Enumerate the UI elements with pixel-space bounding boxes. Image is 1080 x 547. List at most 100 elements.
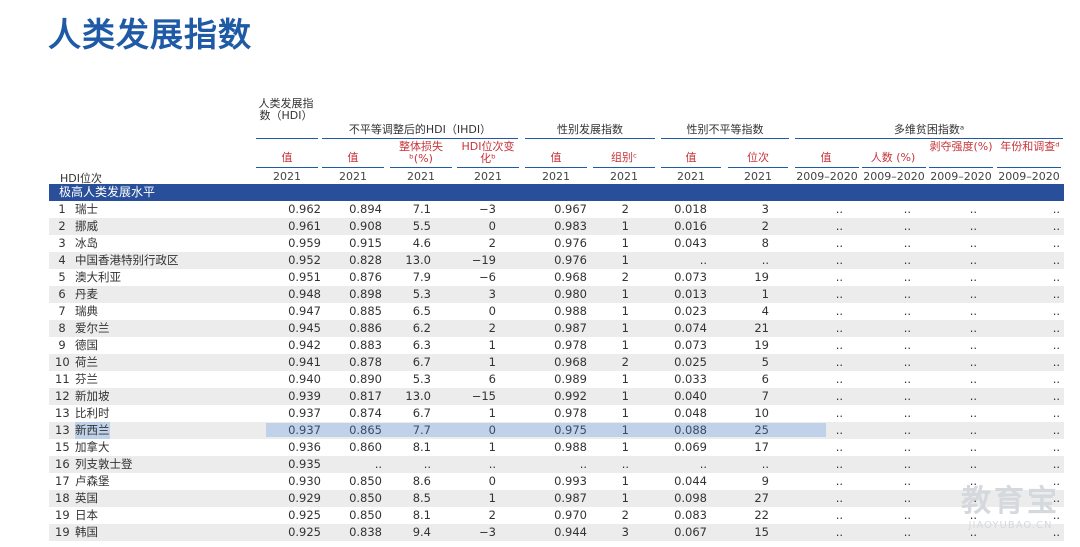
cell-rank: 16 [55, 457, 70, 471]
cell-giir: 3 [761, 202, 769, 216]
cell-ihdi: 0.886 [349, 321, 382, 335]
cell-loss: 7.9 [412, 270, 431, 284]
cell-ihdi: 0.860 [349, 440, 382, 454]
cell-chg: 1 [488, 491, 496, 505]
cell-mp: .. [903, 321, 911, 335]
cell-gii: 0.033 [674, 372, 707, 386]
section-header: 极高人类发展水平 [49, 184, 1064, 201]
table-row: 15 加拿大 0.936 0.860 8.1 1 0.988 1 0.069 17........ [49, 439, 1064, 456]
cell-mi: .. [969, 423, 977, 437]
cell-rank: 1 [58, 202, 66, 216]
cell-ihdi: 0.838 [349, 525, 382, 539]
cell-loss: 4.6 [412, 236, 431, 250]
cell-gdi: 0.968 [554, 270, 587, 284]
cell-rank: 4 [58, 253, 66, 267]
cell-ihdi: 0.817 [349, 389, 382, 403]
cell-name: 芬兰 [75, 372, 98, 386]
cell-name: 新西兰 [75, 422, 110, 439]
cell-hdi: 0.925 [288, 508, 321, 522]
cell-loss: 5.3 [412, 372, 431, 386]
cell-mp: .. [903, 440, 911, 454]
cell-mi: .. [969, 202, 977, 216]
cell-rank: 7 [58, 304, 66, 318]
cell-loss: 6.5 [412, 304, 431, 318]
cell-my: .. [1052, 270, 1060, 284]
cell-mp: .. [903, 253, 911, 267]
cell-giir: .. [761, 457, 769, 471]
cell-mv: .. [835, 474, 843, 488]
cell-giir: 15 [754, 525, 769, 539]
cell-name: 爱尔兰 [75, 321, 110, 335]
cell-mv: .. [835, 372, 843, 386]
cell-grp: 2 [621, 270, 629, 284]
sub-underline [322, 167, 384, 168]
cell-rank: 2 [58, 219, 66, 233]
cell-hdi: 0.951 [288, 270, 321, 284]
cell-rank: 13 [55, 406, 70, 420]
cell-hdi: 0.936 [288, 440, 321, 454]
cell-gdi: 0.975 [554, 423, 587, 437]
cell-ihdi: 0.850 [349, 508, 382, 522]
cell-mv: .. [835, 270, 843, 284]
cell-giir: 4 [761, 304, 769, 318]
cell-ihdi: 0.850 [349, 474, 382, 488]
cell-gdi: 0.983 [554, 219, 587, 233]
year-mpi-year: 2009–2020 [998, 170, 1060, 183]
cell-rank: 18 [55, 491, 70, 505]
sub-ihdi-value: 值 [347, 151, 359, 164]
cell-mp: .. [903, 423, 911, 437]
cell-gdi: 0.993 [554, 474, 587, 488]
cell-ihdi: 0.874 [349, 406, 382, 420]
cell-gii: 0.098 [674, 491, 707, 505]
cell-my: .. [1052, 423, 1060, 437]
cell-mv: .. [835, 525, 843, 539]
cell-gii: .. [699, 457, 707, 471]
cell-gii: 0.016 [674, 219, 707, 233]
page-title: 人类发展指数 [48, 15, 252, 54]
cell-my: .. [1052, 406, 1060, 420]
cell-gii: 0.040 [674, 389, 707, 403]
table-row: 16 列支敦士登 0.935...................... [49, 456, 1064, 473]
cell-giir: 2 [761, 219, 769, 233]
cell-loss: 7.7 [412, 423, 431, 437]
cell-loss: 13.0 [405, 253, 431, 267]
sub-gii-value: 值 [685, 151, 697, 164]
cell-loss: 6.3 [412, 338, 431, 352]
cell-mi: .. [969, 406, 977, 420]
sub-underline [862, 167, 926, 168]
cell-rank: 11 [55, 372, 70, 386]
cell-hdi: 0.935 [288, 457, 321, 471]
cell-grp: 1 [621, 372, 629, 386]
sub-gii-rank: 位次 [747, 151, 769, 164]
cell-gii: 0.069 [674, 440, 707, 454]
cell-mv: .. [835, 389, 843, 403]
cell-mi: .. [969, 236, 977, 250]
cell-gdi: 0.987 [554, 321, 587, 335]
cell-mv: .. [835, 423, 843, 437]
cell-ihdi: 0.890 [349, 372, 382, 386]
cell-my: .. [1052, 236, 1060, 250]
cell-grp: 2 [621, 508, 629, 522]
cell-grp: 1 [621, 474, 629, 488]
cell-gdi: 0.944 [554, 525, 587, 539]
cell-name: 卢森堡 [75, 474, 110, 488]
cell-gdi: 0.978 [554, 338, 587, 352]
cell-grp: 1 [621, 236, 629, 250]
cell-mv: .. [835, 287, 843, 301]
cell-mv: .. [835, 253, 843, 267]
cell-mi: .. [969, 287, 977, 301]
cell-mp: .. [903, 270, 911, 284]
sub-underline [997, 167, 1061, 168]
cell-hdi: 0.947 [288, 304, 321, 318]
cell-ihdi: 0.894 [349, 202, 382, 216]
cell-my: .. [1052, 304, 1060, 318]
sub-underline [525, 167, 587, 168]
cell-mv: .. [835, 491, 843, 505]
year-rank-change: 2021 [474, 170, 502, 183]
sub-mpi-value: 值 [820, 151, 832, 164]
sub-gdi-group: 组别ᶜ [610, 151, 638, 164]
cell-mv: .. [835, 202, 843, 216]
header-gdi: 性别发展指数 [557, 123, 623, 136]
cell-mv: .. [835, 338, 843, 352]
cell-hdi: 0.925 [288, 525, 321, 539]
